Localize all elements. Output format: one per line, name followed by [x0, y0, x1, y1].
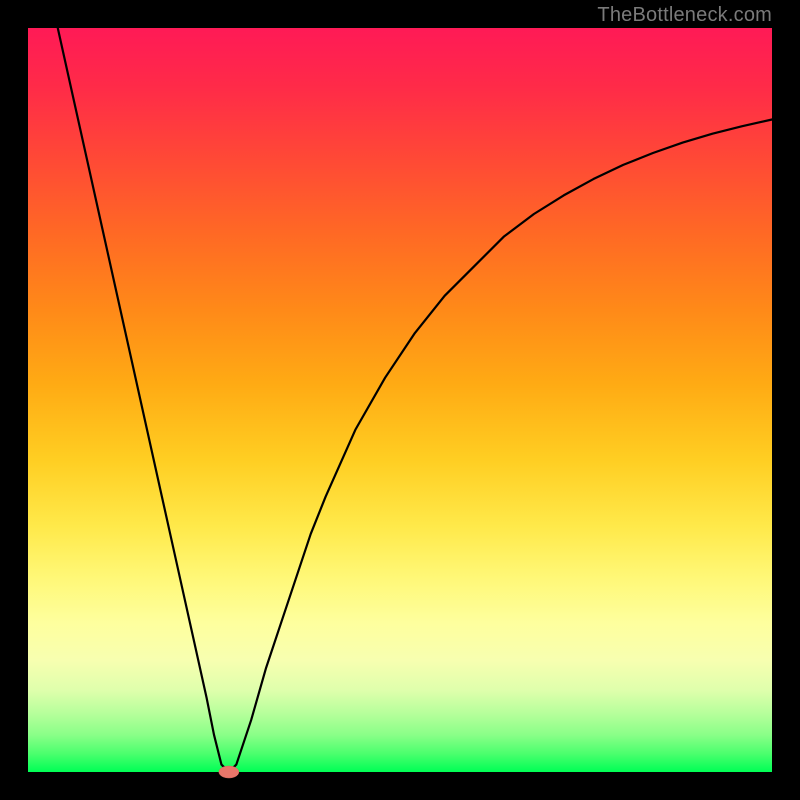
plot-area: [28, 28, 772, 772]
bottleneck-curve-svg: [28, 28, 772, 772]
minimum-marker: [219, 766, 239, 778]
chart-frame: TheBottleneck.com: [0, 0, 800, 800]
bottleneck-curve: [58, 28, 772, 772]
attribution-text: TheBottleneck.com: [597, 4, 772, 27]
